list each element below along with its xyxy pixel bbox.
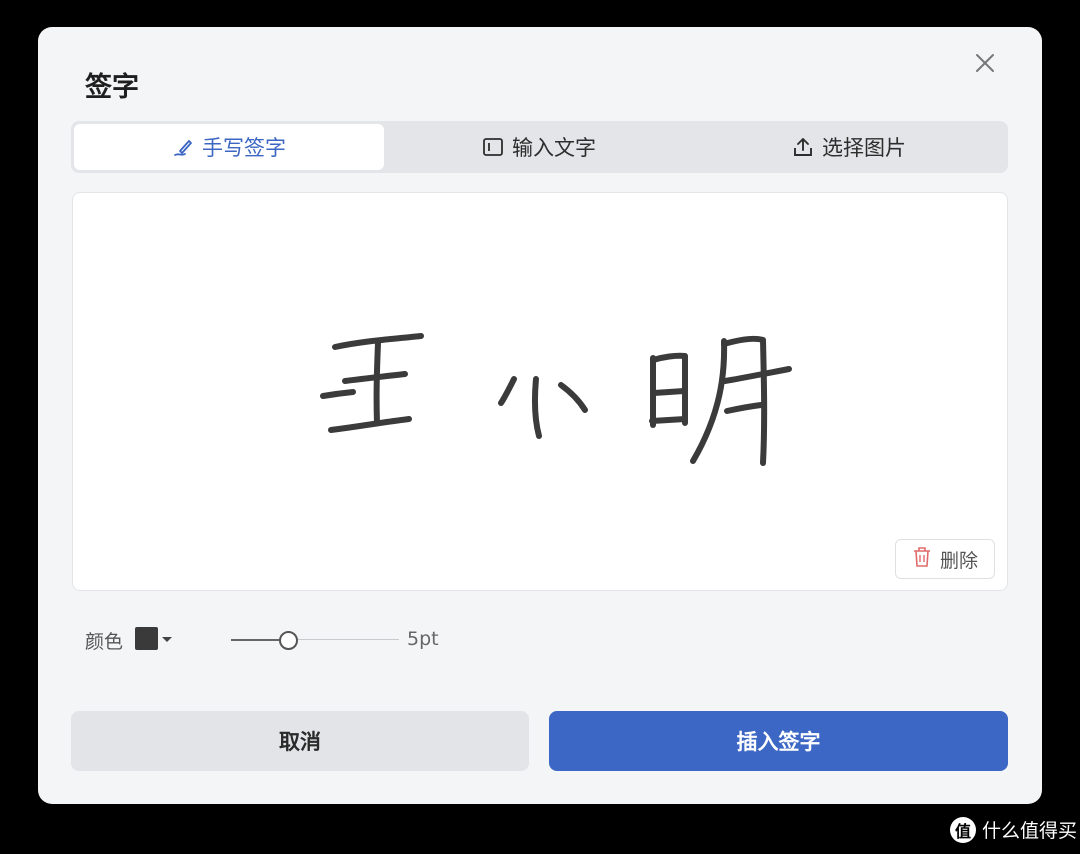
delete-label: 删除 — [939, 549, 978, 572]
slider-thumb[interactable] — [279, 631, 298, 650]
watermark-text: 什么值得买 — [982, 820, 1078, 842]
tab-type-text[interactable]: 输入文字 — [384, 124, 694, 170]
watermark: 值 什么值得买 — [950, 816, 1077, 843]
handwritten-signature — [320, 333, 792, 466]
tab-label: 选择图片 — [822, 136, 906, 160]
slider-track — [287, 639, 399, 640]
dialog-title: 签字 — [85, 72, 139, 103]
color-swatch — [135, 627, 158, 650]
tab-label: 手写签字 — [202, 136, 286, 160]
signature-mode-tabs: 手写签字 输入文字 选择图片 — [71, 121, 1008, 173]
insert-signature-button[interactable]: 插入签字 — [549, 711, 1008, 771]
trash-icon — [912, 546, 932, 573]
watermark-logo: 值 — [950, 816, 976, 843]
chevron-down-icon — [161, 629, 173, 648]
delete-button[interactable]: 删除 — [895, 539, 995, 579]
signature-dialog: 签字 手写签字 输入文字 选择图片 删除 颜色 5pt 取消 插入签字 — [38, 27, 1042, 804]
tab-label: 输入文字 — [512, 136, 596, 160]
tab-choose-image[interactable]: 选择图片 — [694, 124, 1004, 170]
pen-icon — [172, 136, 194, 158]
color-picker[interactable] — [135, 627, 173, 650]
close-icon[interactable] — [973, 51, 997, 75]
stroke-size-value: 5pt — [407, 628, 439, 650]
text-box-icon — [482, 136, 504, 158]
color-label: 颜色 — [85, 631, 124, 653]
cancel-button[interactable]: 取消 — [71, 711, 529, 771]
tab-handwriting[interactable]: 手写签字 — [74, 124, 384, 170]
upload-icon — [792, 136, 814, 158]
stroke-size-slider[interactable] — [231, 627, 399, 653]
signature-canvas[interactable]: 删除 — [72, 192, 1008, 591]
